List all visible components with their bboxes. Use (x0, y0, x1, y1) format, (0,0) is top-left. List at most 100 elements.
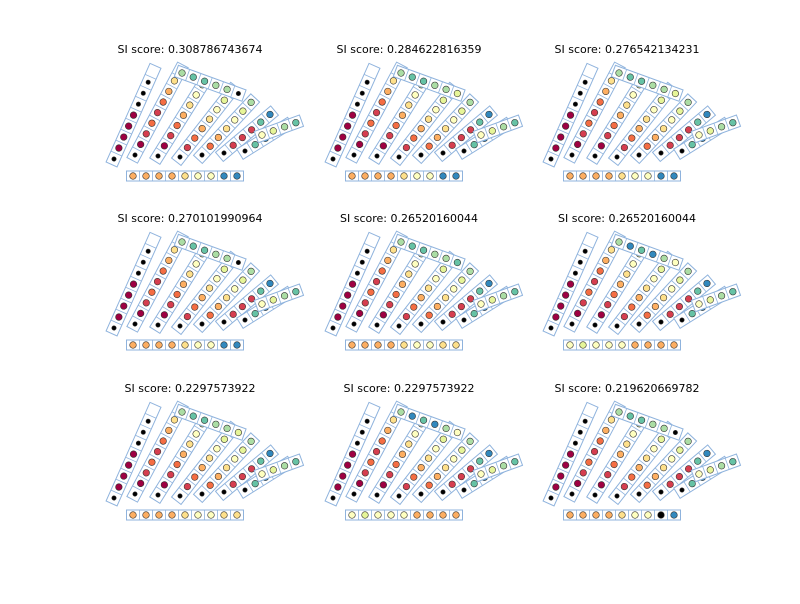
sample-dot (194, 341, 202, 349)
sample-dot (452, 172, 460, 180)
bottom-strip (345, 339, 463, 351)
panel: SI score: 0.2297573922 (105, 382, 305, 521)
figure: SI score: 0.308786743674 SI score: 0.2846… (0, 0, 800, 600)
strip (610, 233, 684, 271)
sample-dot (168, 511, 176, 519)
bottom-strip (126, 170, 244, 182)
sample-dot (194, 511, 202, 519)
sample-dot (566, 341, 574, 349)
panel-title: SI score: 0.26520160044 (340, 212, 478, 225)
sample-dot (129, 511, 137, 519)
sample-dot (220, 341, 228, 349)
bottom-strip (563, 170, 681, 182)
sample-dot (142, 172, 150, 180)
panel-title: SI score: 0.270101990964 (118, 212, 263, 225)
panel: SI score: 0.308786743674 (105, 43, 305, 182)
panel: SI score: 0.219620669782 (542, 382, 742, 521)
sample-dot (592, 511, 600, 519)
sample-dot (452, 511, 460, 519)
fan-plot (542, 61, 742, 182)
bottom-strip (126, 339, 244, 351)
panel-title: SI score: 0.2297573922 (125, 382, 256, 395)
sample-dot (400, 511, 408, 519)
sample-dot (413, 341, 421, 349)
sample-dot (400, 341, 408, 349)
strip (173, 233, 247, 271)
sample-dot (181, 341, 189, 349)
sample-dot (644, 172, 652, 180)
sample-dot (439, 172, 447, 180)
bottom-strip (563, 509, 681, 521)
sample-dot (181, 511, 189, 519)
panel: SI score: 0.276542134231 (542, 43, 742, 182)
panel: SI score: 0.2297573922 (324, 382, 524, 521)
sample-dot (387, 511, 395, 519)
strip (610, 64, 684, 102)
sample-dot (579, 172, 587, 180)
sample-dot (207, 341, 215, 349)
bottom-strip (563, 339, 681, 351)
sample-dot (657, 341, 665, 349)
fan-plot (542, 400, 742, 521)
sample-dot (181, 172, 189, 180)
sample-dot (426, 341, 434, 349)
sample-dot (579, 341, 587, 349)
strip (392, 403, 466, 441)
sample-dot (155, 172, 163, 180)
sample-dot (207, 511, 215, 519)
strip (173, 64, 247, 102)
panel-title: SI score: 0.2297573922 (344, 382, 475, 395)
panel: SI score: 0.26520160044 (324, 212, 524, 351)
sample-dot (452, 341, 460, 349)
sample-dot (194, 172, 202, 180)
fan-plot (105, 61, 305, 182)
sample-dot (233, 172, 241, 180)
panel-title: SI score: 0.308786743674 (118, 43, 263, 56)
sample-dot (618, 511, 626, 519)
sample-dot (631, 511, 639, 519)
sample-dot (387, 172, 395, 180)
sample-dot (129, 172, 137, 180)
sample-dot (592, 341, 600, 349)
sample-dot (605, 341, 613, 349)
sample-dot (142, 341, 150, 349)
sample-dot (413, 511, 421, 519)
sample-dot (426, 172, 434, 180)
sample-dot (348, 511, 356, 519)
fan-plot (105, 400, 305, 521)
sample-dot (207, 172, 215, 180)
sample-dot (155, 341, 163, 349)
sample-dot (618, 172, 626, 180)
bottom-strip (126, 509, 244, 521)
sample-dot (439, 511, 447, 519)
panel-title: SI score: 0.284622816359 (337, 43, 482, 56)
sample-dot (657, 172, 665, 180)
panel-title: SI score: 0.219620669782 (555, 382, 700, 395)
sample-dot (220, 172, 228, 180)
sample-dot (605, 172, 613, 180)
sample-dot (426, 511, 434, 519)
sample-dot (670, 341, 678, 349)
sample-dot (233, 511, 241, 519)
panel: SI score: 0.284622816359 (324, 43, 524, 182)
panel: SI score: 0.270101990964 (105, 212, 305, 351)
sample-dot (361, 172, 369, 180)
fan-plot (324, 61, 524, 182)
sample-dot (155, 511, 163, 519)
panel-grid: SI score: 0.308786743674 SI score: 0.2846… (105, 43, 742, 521)
sample-dot (592, 172, 600, 180)
sample-dot (439, 341, 447, 349)
sample-dot (566, 511, 574, 519)
sample-dot (618, 341, 626, 349)
sample-dot (657, 511, 665, 519)
sample-dot (374, 341, 382, 349)
sample-dot (361, 341, 369, 349)
strip (392, 233, 466, 271)
sample-dot (168, 172, 176, 180)
fan-plot (324, 400, 524, 521)
sample-dot (644, 341, 652, 349)
sample-dot (168, 341, 176, 349)
sample-dot (233, 341, 241, 349)
panel-title: SI score: 0.26520160044 (558, 212, 696, 225)
fan-plot (105, 230, 305, 351)
